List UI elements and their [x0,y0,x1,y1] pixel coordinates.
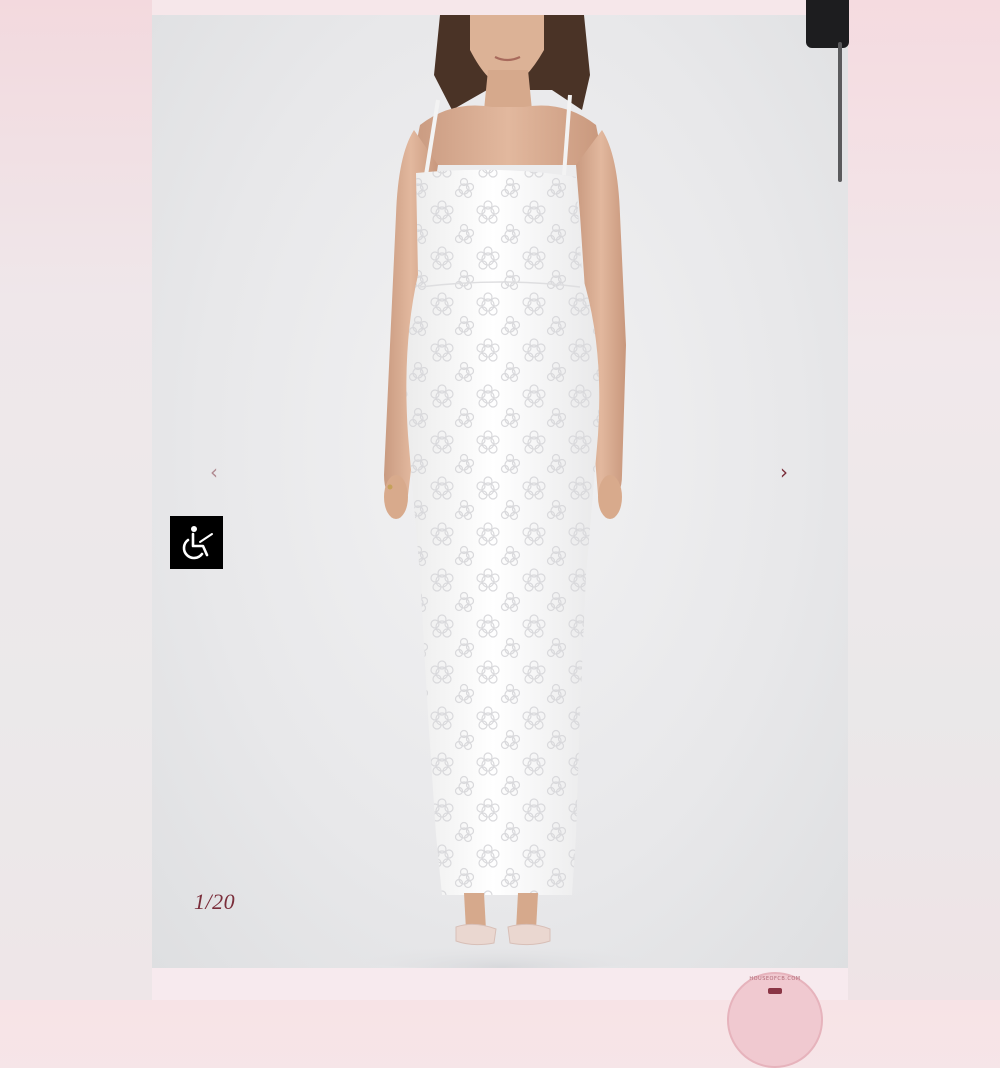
previous-image-button[interactable]: ‹ [202,460,226,484]
scrollbar[interactable] [838,42,842,182]
brand-badge-mark [768,988,782,994]
image-counter: 1/20 [194,889,236,914]
brand-badge-text: HOUSEOFCB.COM [749,976,801,982]
brand-badge: HOUSEOFCB.COM [727,972,823,1068]
left-blurred-margin [0,0,152,1000]
product-photo [282,15,722,968]
product-image-gallery[interactable]: ‹ › 1/20 [152,15,848,968]
top-strip [152,0,848,15]
accessibility-button[interactable] [170,516,223,569]
next-image-button[interactable]: › [772,460,796,484]
right-blurred-margin [848,0,1000,1000]
device-notch [806,0,849,48]
wheelchair-icon [182,526,213,560]
